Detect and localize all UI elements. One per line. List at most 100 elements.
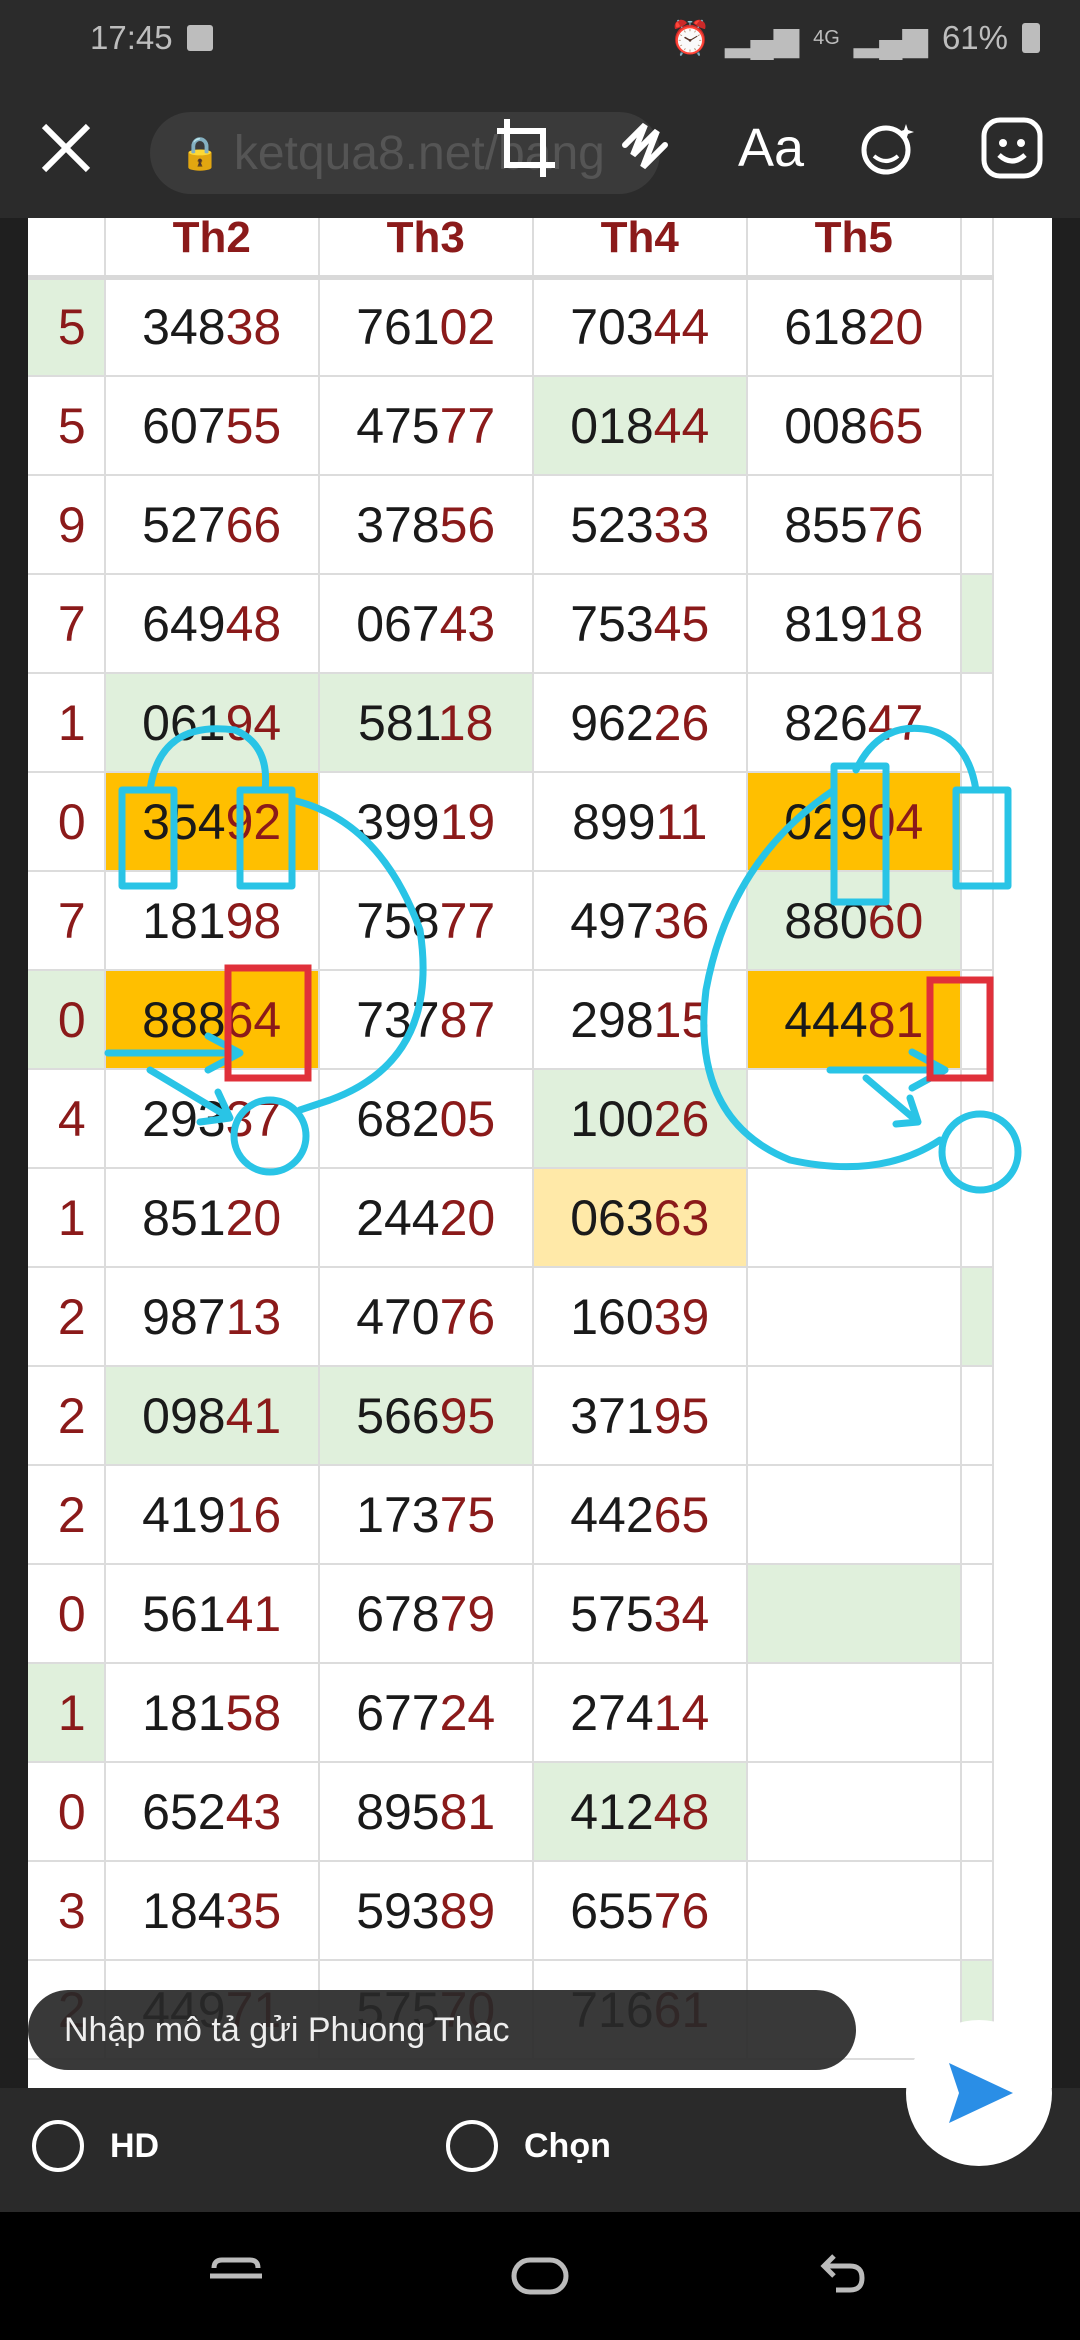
result-tail-digits: 18 — [867, 595, 924, 652]
result-cell: 88864 — [103, 969, 320, 1070]
row-edge-cell — [959, 276, 995, 377]
table-row: 5 34838 76102 70344 61820 — [28, 276, 995, 377]
row-edge-cell — [959, 771, 995, 872]
result-tail-digits: 41 — [225, 1387, 282, 1444]
result-tail-digits: 48 — [225, 595, 282, 652]
sticker-icon — [981, 117, 1043, 179]
result-cell: 73787 — [317, 969, 534, 1070]
text-tool-label: Aa — [737, 118, 805, 178]
result-cell: 89581 — [317, 1761, 534, 1862]
hd-toggle[interactable]: HD — [32, 2120, 159, 2172]
result-cell: 18435 — [103, 1860, 320, 1961]
result-head-digits: 100 — [570, 1090, 654, 1147]
draw-button[interactable] — [612, 112, 684, 184]
battery-icon — [1022, 23, 1040, 53]
result-cell: 56695 — [317, 1365, 534, 1466]
result-cell: 06363 — [531, 1167, 748, 1268]
table-row: 0 35492 39919 89911 02904 — [28, 771, 995, 872]
result-tail-digits: 18 — [437, 694, 494, 751]
result-head-digits: 371 — [570, 1387, 654, 1444]
result-head-digits: 855 — [784, 496, 868, 553]
header-th3: Th3 — [317, 218, 534, 280]
result-cell — [745, 1761, 962, 1862]
row-edge-cell — [959, 1365, 995, 1466]
status-bar: 17:45 ⏰ ▂▄▆ 4G ▂▄▆ 61% — [0, 0, 1080, 76]
result-tail-digits: 26 — [653, 694, 710, 751]
result-tail-digits: 44 — [653, 397, 710, 454]
row-edge-cell — [959, 474, 995, 575]
result-cell: 85120 — [103, 1167, 320, 1268]
result-head-digits: 298 — [570, 991, 654, 1048]
header-blank — [28, 218, 106, 280]
row-side-value: 1 — [28, 1167, 106, 1268]
result-cell: 56141 — [103, 1563, 320, 1664]
result-cell: 68205 — [317, 1068, 534, 1169]
result-tail-digits: 92 — [225, 793, 282, 850]
result-tail-digits: 20 — [225, 1189, 282, 1246]
result-tail-digits: 76 — [439, 1288, 496, 1345]
result-cell: 76102 — [317, 276, 534, 377]
row-edge-cell — [959, 1266, 995, 1367]
hd-label: HD — [110, 2126, 160, 2165]
result-cell: 00865 — [745, 375, 962, 476]
results-table-image: Th2 Th3 Th4 Th5 5 34838 76102 70344 61820 5 60… — [28, 218, 1052, 2088]
result-tail-digits: 95 — [653, 1387, 710, 1444]
result-tail-digits: 63 — [653, 1189, 710, 1246]
table-row: 4 29337 68205 10026 — [28, 1068, 995, 1169]
result-tail-digits: 79 — [439, 1585, 496, 1642]
result-head-digits: 348 — [142, 299, 226, 356]
crop-icon — [497, 119, 555, 177]
result-cell: 06743 — [317, 573, 534, 674]
row-edge-cell — [959, 1563, 995, 1664]
result-tail-digits: 94 — [225, 694, 282, 751]
result-tail-digits: 14 — [653, 1684, 710, 1741]
result-tail-digits: 58 — [225, 1684, 282, 1741]
result-head-digits: 880 — [784, 892, 868, 949]
result-head-digits: 475 — [356, 397, 440, 454]
result-tail-digits: 39 — [653, 1288, 710, 1345]
result-head-digits: 354 — [142, 793, 226, 850]
caption-input[interactable]: Nhập mô tả gửi Phuong Thac — [28, 1990, 856, 2070]
caption-placeholder: Nhập mô tả gửi Phuong Thac — [64, 2010, 510, 2049]
home-button[interactable] — [508, 2246, 572, 2311]
result-head-digits: 962 — [570, 694, 654, 751]
send-button[interactable] — [906, 2020, 1052, 2166]
result-cell: 41916 — [103, 1464, 320, 1565]
result-tail-digits: 77 — [439, 892, 496, 949]
signal-icon: ▂▄▆ — [724, 19, 800, 57]
choose-toggle[interactable]: Chọn — [446, 2120, 611, 2172]
result-tail-digits: 02 — [439, 299, 496, 356]
row-side-value: 4 — [28, 1068, 106, 1169]
back-button[interactable] — [812, 2246, 872, 2311]
crop-button[interactable] — [490, 112, 562, 184]
header-edge — [959, 218, 995, 280]
recent-apps-button[interactable] — [206, 2246, 266, 2311]
sticker-button[interactable] — [976, 112, 1048, 184]
effects-button[interactable] — [854, 114, 922, 182]
row-side-value: 1 — [28, 1662, 106, 1763]
close-button[interactable] — [32, 114, 100, 182]
result-head-digits: 181 — [142, 892, 226, 949]
result-head-digits: 987 — [142, 1288, 226, 1345]
result-cell: 01844 — [531, 375, 748, 476]
draw-icon — [622, 122, 668, 170]
result-cell: 67879 — [317, 1563, 534, 1664]
text-tool-button[interactable]: Aa — [728, 106, 814, 190]
alarm-icon: ⏰ — [669, 18, 711, 56]
table-row: 0 88864 73787 29815 44481 — [28, 969, 995, 1070]
result-cell: 17375 — [317, 1464, 534, 1565]
row-edge-cell — [959, 1662, 995, 1763]
result-cell: 89911 — [531, 771, 748, 872]
result-tail-digits: 24 — [439, 1684, 496, 1741]
result-cell — [745, 1662, 962, 1763]
table-row: 2 09841 56695 37195 — [28, 1365, 995, 1466]
result-cell: 39919 — [317, 771, 534, 872]
result-tail-digits: 60 — [867, 892, 924, 949]
result-head-digits: 274 — [570, 1684, 654, 1741]
row-side-value: 7 — [28, 573, 106, 674]
result-cell: 52766 — [103, 474, 320, 575]
result-cell: 29337 — [103, 1068, 320, 1169]
result-cell: 44265 — [531, 1464, 748, 1565]
row-edge-cell — [959, 969, 995, 1070]
result-head-digits: 173 — [356, 1486, 440, 1543]
